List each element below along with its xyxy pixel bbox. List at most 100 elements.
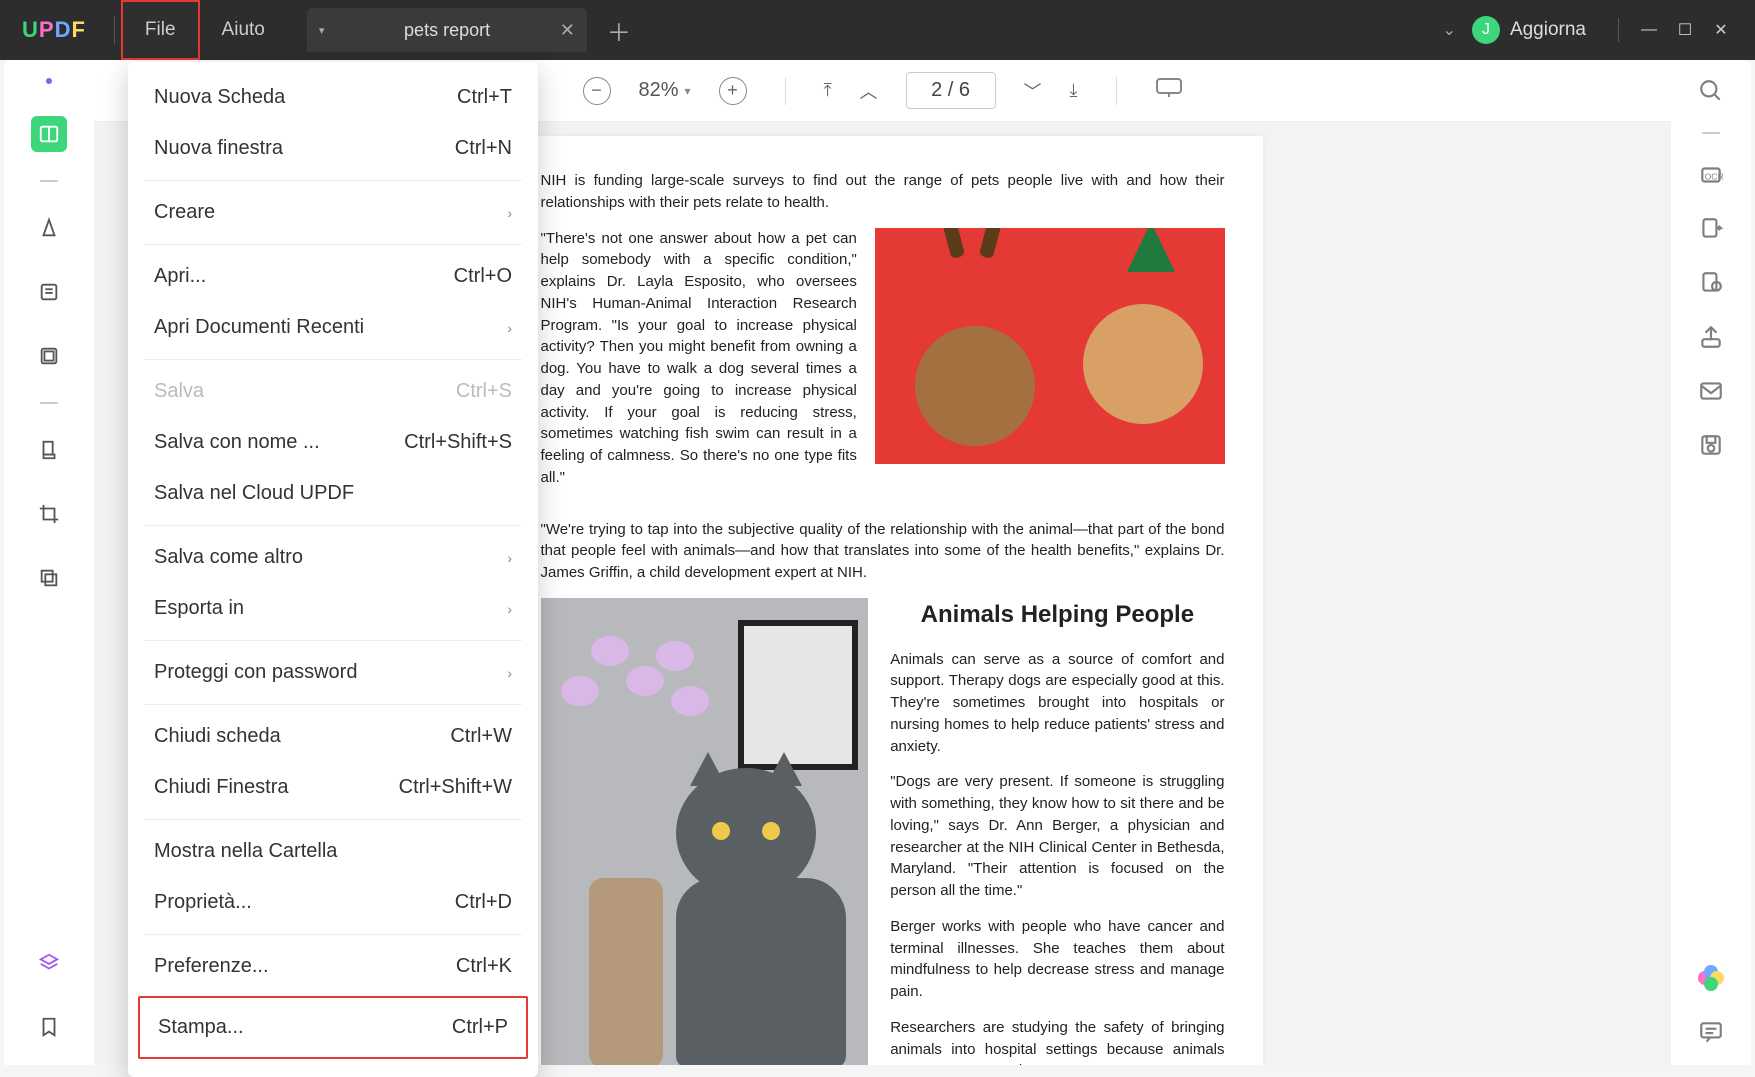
paragraph: Researchers are studying the safety of b…	[890, 1017, 1224, 1065]
zoom-level[interactable]: 82% ▾	[639, 79, 691, 102]
menu-new-tab[interactable]: Nuova Scheda Ctrl+T	[128, 72, 538, 123]
menu-save-as[interactable]: Salva con nome ... Ctrl+Shift+S	[128, 417, 538, 468]
share-icon[interactable]	[1698, 324, 1724, 350]
menu-shortcut: Ctrl+P	[452, 1016, 508, 1039]
separator	[144, 244, 522, 245]
menu-shortcut: Ctrl+N	[455, 137, 512, 160]
menu-close-tab[interactable]: Chiudi scheda Ctrl+W	[128, 711, 538, 762]
chevron-right-icon: ›	[507, 550, 512, 566]
zoom-in-button[interactable]: +	[719, 77, 747, 105]
last-page-button[interactable]: ⤓	[1070, 80, 1078, 101]
close-button[interactable]: ✕	[1703, 20, 1739, 40]
chevron-down-icon: ▾	[685, 84, 691, 98]
separator	[1702, 132, 1720, 134]
next-page-button[interactable]: ﹀	[1024, 78, 1042, 104]
menu-open-recent[interactable]: Apri Documenti Recenti ›	[128, 302, 538, 353]
menu-label: Salva come altro	[154, 546, 303, 569]
search-icon[interactable]	[1698, 78, 1724, 104]
avatar[interactable]: J	[1472, 16, 1500, 44]
paragraph: Animals can serve as a source of comfort…	[890, 649, 1224, 758]
menu-shortcut: Ctrl+W	[450, 725, 512, 748]
menu-shortcut: Ctrl+D	[455, 891, 512, 914]
separator	[1618, 18, 1619, 42]
menu-close-window[interactable]: Chiudi Finestra Ctrl+Shift+W	[128, 762, 538, 813]
edit-tool-button[interactable]	[31, 210, 67, 246]
separator	[785, 77, 786, 105]
menu-label: Salva nel Cloud UPDF	[154, 482, 354, 505]
ocr-icon[interactable]: OCR	[1698, 162, 1724, 188]
menu-create[interactable]: Creare ›	[128, 187, 538, 238]
menu-shortcut: Ctrl+Shift+S	[404, 431, 512, 454]
dot-icon	[46, 78, 52, 84]
document-tab[interactable]: ▾ pets report ✕	[307, 8, 587, 52]
cat-image	[541, 598, 869, 1065]
menu-open[interactable]: Apri... Ctrl+O	[128, 251, 538, 302]
separator	[144, 359, 522, 360]
menu-save-other[interactable]: Salva come altro ›	[128, 532, 538, 583]
upgrade-button[interactable]: Aggiorna	[1510, 19, 1586, 41]
section-heading: Animals Helping People	[890, 598, 1224, 633]
menu-label: Nuova finestra	[154, 137, 283, 160]
menu-save-cloud[interactable]: Salva nel Cloud UPDF	[128, 468, 538, 519]
layers-button[interactable]	[31, 945, 67, 981]
separator	[144, 819, 522, 820]
paragraph: NIH is funding large-scale surveys to fi…	[541, 170, 1225, 214]
menu-label: Esporta in	[154, 597, 244, 620]
save-icon[interactable]	[1698, 432, 1724, 458]
page-indicator[interactable]: 2 / 6	[906, 72, 996, 109]
email-icon[interactable]	[1698, 378, 1724, 404]
menu-label: Proteggi con password	[154, 661, 357, 684]
minimize-button[interactable]: —	[1631, 21, 1667, 39]
menu-reveal[interactable]: Mostra nella Cartella	[128, 826, 538, 877]
bookmark-button[interactable]	[31, 1009, 67, 1045]
first-page-button[interactable]: ⤒	[824, 80, 832, 101]
comment-tool-button[interactable]	[31, 274, 67, 310]
tab-menu-icon[interactable]: ▾	[319, 24, 325, 37]
menu-preferences[interactable]: Preferenze... Ctrl+K	[128, 941, 538, 992]
menu-file[interactable]: File	[121, 0, 200, 60]
maximize-button[interactable]: ☐	[1667, 20, 1703, 40]
menu-label: Salva	[154, 380, 204, 403]
paragraph: "We're trying to tap into the subjective…	[541, 519, 1225, 584]
zoom-out-button[interactable]: −	[583, 77, 611, 105]
separator	[144, 934, 522, 935]
separator	[144, 525, 522, 526]
titlebar: UPDF File Aiuto ▾ pets report ✕ ＋ ⌄ J Ag…	[0, 0, 1755, 60]
menu-print[interactable]: Stampa... Ctrl+P	[138, 996, 528, 1059]
menu-label: Chiudi scheda	[154, 725, 281, 748]
menu-shortcut: Ctrl+Shift+W	[399, 776, 512, 799]
copy-tool-button[interactable]	[31, 560, 67, 596]
organize-tool-button[interactable]	[31, 432, 67, 468]
left-sidebar	[4, 60, 94, 1065]
tabs-dropdown-icon[interactable]: ⌄	[1443, 20, 1456, 40]
app-logo: UPDF	[0, 17, 108, 43]
menu-help[interactable]: Aiuto	[200, 0, 287, 60]
menu-shortcut: Ctrl+K	[456, 955, 512, 978]
menu-new-window[interactable]: Nuova finestra Ctrl+N	[128, 123, 538, 174]
menu-export[interactable]: Esporta in ›	[128, 583, 538, 634]
close-tab-icon[interactable]: ✕	[560, 20, 575, 41]
updf-logo-icon[interactable]	[1698, 965, 1724, 991]
reader-mode-button[interactable]	[31, 116, 67, 152]
menu-shortcut: Ctrl+S	[456, 380, 512, 403]
separator	[114, 16, 115, 44]
protect-icon[interactable]	[1698, 270, 1724, 296]
crop-tool-button[interactable]	[31, 496, 67, 532]
paragraph: "There's not one answer about how a pet …	[541, 228, 857, 489]
chevron-right-icon: ›	[507, 665, 512, 681]
menu-label: Apri Documenti Recenti	[154, 316, 364, 339]
presentation-button[interactable]	[1155, 77, 1183, 105]
menu-protect[interactable]: Proteggi con password ›	[128, 647, 538, 698]
prev-page-button[interactable]: ︿	[860, 78, 878, 104]
menu-label: Preferenze...	[154, 955, 269, 978]
menu-shortcut: Ctrl+T	[457, 86, 512, 109]
file-menu-dropdown: Nuova Scheda Ctrl+T Nuova finestra Ctrl+…	[128, 62, 538, 1077]
add-tab-button[interactable]: ＋	[607, 13, 631, 48]
menu-properties[interactable]: Proprietà... Ctrl+D	[128, 877, 538, 928]
separator	[144, 640, 522, 641]
tab-title: pets report	[384, 20, 509, 41]
page-tool-button[interactable]	[31, 338, 67, 374]
menu-label: Chiudi Finestra	[154, 776, 289, 799]
convert-icon[interactable]	[1698, 216, 1724, 242]
chat-icon[interactable]	[1698, 1019, 1724, 1045]
